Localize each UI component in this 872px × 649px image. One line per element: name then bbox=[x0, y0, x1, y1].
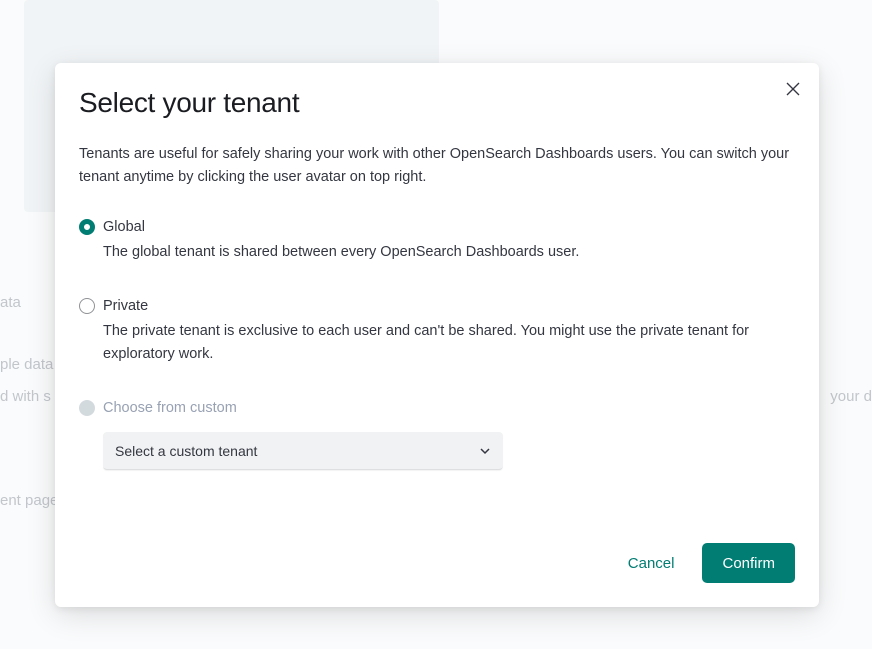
radio-content: Private The private tenant is exclusive … bbox=[103, 296, 795, 366]
tenant-modal: Select your tenant Tenants are useful fo… bbox=[55, 63, 819, 607]
close-icon bbox=[786, 82, 800, 96]
radio-option-custom: Choose from custom Select a custom tenan… bbox=[79, 398, 795, 470]
custom-tenant-select[interactable]: Select a custom tenant bbox=[103, 432, 503, 470]
chevron-down-icon bbox=[479, 445, 491, 457]
radio-option-private[interactable]: Private The private tenant is exclusive … bbox=[79, 296, 795, 366]
radio-desc-private: The private tenant is exclusive to each … bbox=[103, 320, 795, 366]
radio-label-private: Private bbox=[103, 296, 795, 318]
close-button[interactable] bbox=[781, 77, 805, 101]
modal-overlay: Select your tenant Tenants are useful fo… bbox=[0, 0, 872, 649]
radio-button-private[interactable] bbox=[79, 298, 95, 314]
radio-button-global[interactable] bbox=[79, 219, 95, 235]
radio-label-custom: Choose from custom bbox=[103, 398, 795, 420]
radio-content: Choose from custom Select a custom tenan… bbox=[103, 398, 795, 470]
modal-title: Select your tenant bbox=[79, 87, 795, 119]
radio-button-custom bbox=[79, 400, 95, 416]
modal-footer: Cancel Confirm bbox=[616, 543, 795, 583]
modal-description: Tenants are useful for safely sharing yo… bbox=[79, 143, 795, 189]
select-placeholder: Select a custom tenant bbox=[115, 443, 257, 459]
radio-label-global: Global bbox=[103, 217, 795, 239]
radio-desc-global: The global tenant is shared between ever… bbox=[103, 241, 795, 264]
tenant-radio-group: Global The global tenant is shared betwe… bbox=[79, 217, 795, 470]
cancel-button[interactable]: Cancel bbox=[616, 545, 687, 582]
radio-content: Global The global tenant is shared betwe… bbox=[103, 217, 795, 264]
confirm-button[interactable]: Confirm bbox=[702, 543, 795, 583]
radio-option-global[interactable]: Global The global tenant is shared betwe… bbox=[79, 217, 795, 264]
